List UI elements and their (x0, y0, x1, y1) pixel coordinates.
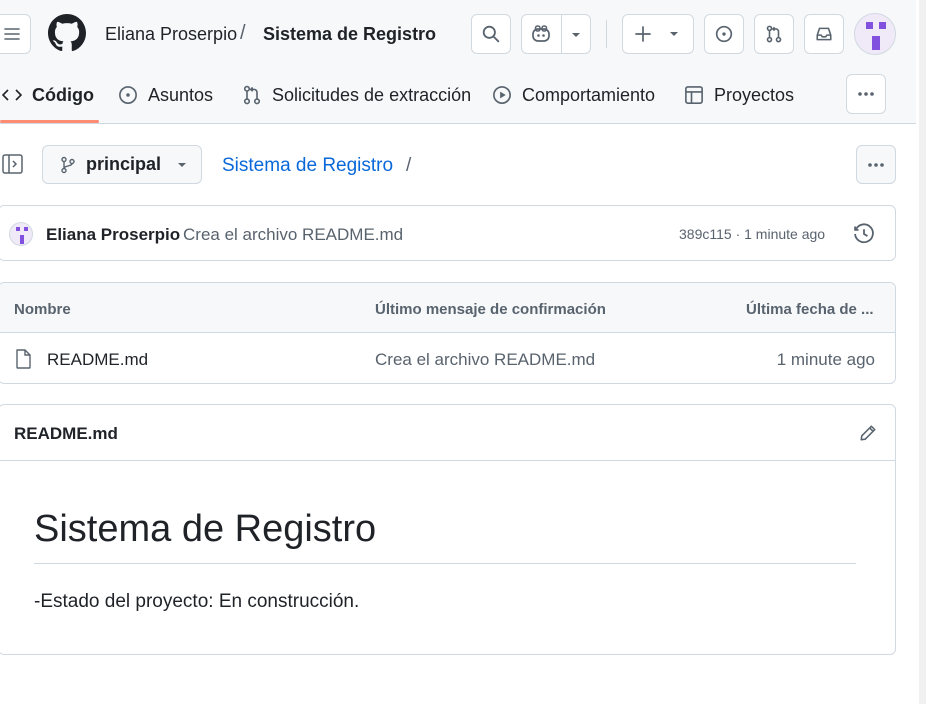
pull-requests-button[interactable] (754, 14, 794, 54)
copilot-button-group[interactable] (521, 14, 591, 54)
app-header: Eliana Proserpio / Sistema de Registro C… (0, 0, 916, 124)
branch-selector-button[interactable]: principal (42, 145, 202, 184)
tab-projects[interactable]: Proyectos (684, 78, 794, 112)
menu-button[interactable] (0, 14, 31, 54)
column-header-message: Último mensaje de confirmación (375, 301, 606, 318)
pencil-icon[interactable] (859, 424, 877, 442)
path-separator: / (406, 155, 412, 176)
user-avatar[interactable] (854, 13, 896, 55)
readme-header: README.md (0, 405, 895, 461)
tab-label: Solicitudes de extracción (272, 84, 472, 105)
page-scrollbar[interactable] (916, 0, 929, 704)
inbox-icon (816, 27, 832, 41)
branch-name: principal (86, 154, 162, 174)
kebab-horizontal-icon (868, 162, 884, 167)
readme-heading: Sistema de Registro (34, 508, 377, 550)
chevron-down-icon (670, 32, 678, 36)
latest-commit-box: Eliana Proserpio Crea el archivo README.… (0, 205, 896, 261)
file-icon (16, 349, 31, 369)
breadcrumb-repo[interactable]: Sistema de Registro (263, 24, 436, 45)
tab-pull-requests[interactable]: Solicitudes de extracción (242, 78, 471, 112)
commit-author[interactable]: Eliana Proserpio (46, 225, 180, 245)
header-divider (606, 20, 607, 48)
chevron-down-icon (178, 162, 187, 167)
sidebar-expand-icon[interactable] (2, 154, 24, 174)
chevron-down-icon[interactable] (569, 28, 583, 42)
table-row[interactable]: README.md Crea el archivo README.md 1 mi… (0, 333, 895, 383)
git-branch-icon (61, 156, 75, 173)
file-table: Nombre Último mensaje de confirmación Úl… (0, 282, 896, 384)
history-icon[interactable] (853, 223, 875, 245)
identicon-icon (866, 22, 886, 50)
git-pull-request-icon (243, 85, 261, 105)
table-icon (685, 86, 703, 104)
file-commit-message[interactable]: Crea el archivo README.md (375, 350, 595, 370)
hamburger-icon (3, 28, 20, 40)
issues-button[interactable] (704, 14, 744, 54)
column-header-date: Última fecha de ... (746, 301, 874, 318)
plus-icon (635, 26, 651, 42)
create-new-button[interactable] (622, 14, 694, 54)
column-header-name: Nombre (14, 301, 71, 318)
commit-author-avatar[interactable] (9, 222, 33, 246)
breadcrumb-owner[interactable]: Eliana Proserpio (105, 24, 237, 45)
play-icon (493, 86, 511, 104)
tab-actions[interactable]: Comportamiento (492, 78, 655, 112)
breadcrumb-separator: / (240, 22, 246, 44)
issue-opened-icon (715, 25, 733, 43)
readme-file-title[interactable]: README.md (14, 424, 118, 444)
more-options-button[interactable] (856, 145, 896, 184)
identicon-icon (16, 227, 28, 244)
tab-code[interactable]: Código (2, 78, 94, 112)
heading-divider (34, 563, 856, 564)
issue-opened-icon (119, 86, 137, 104)
github-logo-icon[interactable] (48, 14, 86, 52)
code-icon (2, 89, 22, 101)
copilot-icon (532, 25, 550, 42)
file-commit-date: 1 minute ago (776, 350, 875, 369)
tab-label: Comportamiento (522, 84, 656, 105)
search-button[interactable] (471, 14, 511, 54)
tab-issues[interactable]: Asuntos (118, 78, 213, 112)
tab-label: Proyectos (714, 84, 795, 105)
commit-hash-time[interactable]: 389c115 · 1 minute ago (679, 226, 825, 242)
file-name-link[interactable]: README.md (47, 350, 148, 370)
commit-message[interactable]: Crea el archivo README.md (183, 225, 403, 245)
selected-tab-indicator (0, 120, 99, 123)
readme-panel: README.md Sistema de Registro -Estado de… (0, 404, 896, 655)
more-tabs-button[interactable] (846, 74, 886, 114)
git-pull-request-icon (766, 25, 782, 43)
path-repo-link[interactable]: Sistema de Registro (222, 155, 393, 177)
kebab-horizontal-icon (858, 92, 874, 96)
file-table-header: Nombre Último mensaje de confirmación Úl… (0, 283, 895, 333)
inbox-button[interactable] (804, 14, 844, 54)
tab-label: Asuntos (148, 84, 214, 105)
readme-paragraph: -Estado del proyecto: En construcción. (34, 591, 360, 612)
search-icon (482, 25, 500, 43)
tab-label: Código (32, 84, 94, 105)
